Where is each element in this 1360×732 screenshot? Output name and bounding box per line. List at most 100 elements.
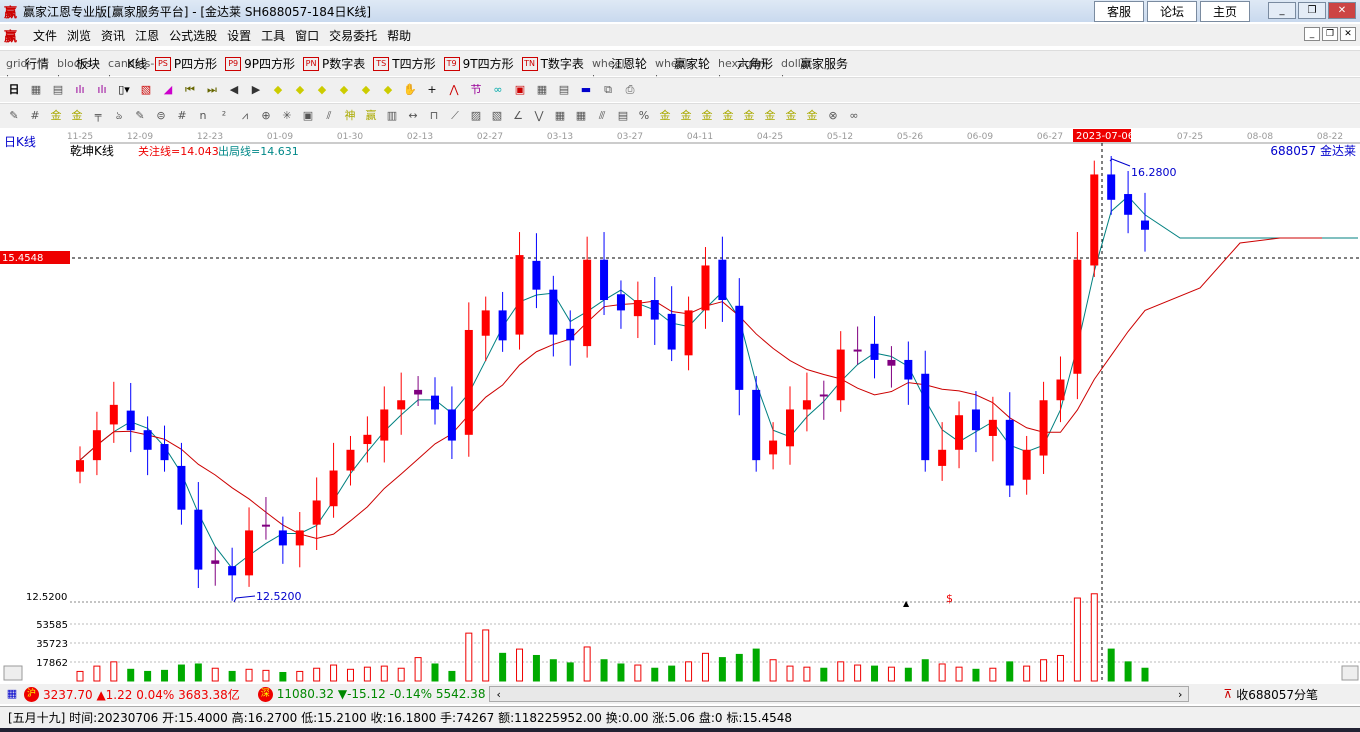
toolbar-item[interactable]: candles-iconK线 bbox=[108, 55, 154, 86]
network-icon[interactable]: ⧉ bbox=[600, 82, 616, 98]
calendar-icon[interactable]: ▣ bbox=[512, 82, 528, 98]
last-icon[interactable]: ⏭ bbox=[204, 82, 220, 98]
close-button[interactable]: ✕ bbox=[1328, 2, 1356, 19]
drawing-tool-icon[interactable]: ⩘ bbox=[237, 108, 253, 124]
candle-dropdown-icon[interactable]: ▯▾ bbox=[116, 82, 132, 98]
link-service[interactable]: 客服 bbox=[1093, 1, 1144, 22]
drawing-tool-icon[interactable]: ▥ bbox=[384, 108, 400, 124]
shrink-icon[interactable]: ◆ bbox=[336, 82, 352, 98]
drawing-tool-icon[interactable]: ⫻ bbox=[594, 108, 610, 124]
period-dropdown-icon[interactable]: 日▾ bbox=[6, 82, 22, 112]
drawing-tool-icon[interactable]: ▣ bbox=[300, 108, 316, 124]
zoom-left-icon[interactable]: ◆ bbox=[270, 82, 286, 98]
drawing-tool-icon[interactable]: ∞ bbox=[846, 108, 862, 124]
indicator3-icon[interactable]: ılı bbox=[72, 82, 88, 98]
toolbar-item[interactable]: P9 9P四方形 bbox=[225, 55, 295, 72]
sh-index[interactable]: 3237.70 ▲1.22 0.04% 3683.38亿 bbox=[43, 686, 240, 703]
cycle-icon[interactable]: ∞ bbox=[490, 82, 506, 98]
overlay-icon[interactable]: ▧ bbox=[138, 82, 154, 98]
drawing-tool-icon[interactable]: ✳ bbox=[279, 108, 295, 124]
drawing-tool-icon[interactable]: ² bbox=[216, 108, 232, 124]
horizontal-scrollbar[interactable]: ‹ › bbox=[489, 686, 1190, 702]
drawing-tool-icon[interactable]: n bbox=[195, 108, 211, 124]
menu-settings[interactable]: 设置 bbox=[227, 27, 251, 44]
mdi-close[interactable]: ✕ bbox=[1340, 27, 1356, 41]
festival-icon[interactable]: 节 bbox=[468, 82, 484, 98]
toolbar-item[interactable]: blocks-icon板块 bbox=[57, 55, 100, 86]
drawing-tool-icon[interactable]: 神 bbox=[342, 108, 358, 124]
drawing-tool-icon[interactable]: 金 bbox=[762, 108, 778, 124]
prev-icon[interactable]: ◀ bbox=[226, 82, 242, 98]
toolbar-item[interactable]: TS T四方形 bbox=[373, 55, 436, 72]
toolbar-item[interactable]: TN T数字表 bbox=[521, 55, 584, 72]
notes-icon[interactable]: ▤ bbox=[556, 82, 572, 98]
toolbar-item[interactable]: grid-icon行情 bbox=[6, 55, 49, 86]
drawing-tool-icon[interactable]: ▤ bbox=[615, 108, 631, 124]
collapse-button[interactable] bbox=[3, 665, 23, 681]
sz-index[interactable]: 11080.32 ▼-15.12 -0.14% 5542.38 bbox=[277, 687, 486, 701]
indicator9-icon[interactable]: ılı bbox=[94, 82, 110, 98]
crosshair-icon[interactable]: + bbox=[424, 82, 440, 98]
drawing-tool-icon[interactable]: % bbox=[636, 108, 652, 124]
menu-window[interactable]: 窗口 bbox=[295, 27, 319, 44]
drawing-tool-icon[interactable]: 金 bbox=[69, 108, 85, 124]
kline-chart[interactable]: 日K线 乾坤K线 关注线=14.043 出局线=14.631 688057 金达… bbox=[0, 128, 1360, 682]
link-forum[interactable]: 论坛 bbox=[1146, 1, 1197, 22]
drawing-tool-icon[interactable]: ⊕ bbox=[258, 108, 274, 124]
drawing-tool-icon[interactable]: ▨ bbox=[468, 108, 484, 124]
drawing-tool-icon[interactable]: 金 bbox=[783, 108, 799, 124]
chart-type-icon[interactable]: ▦ bbox=[28, 82, 44, 98]
drawing-tool-icon[interactable]: ▦ bbox=[552, 108, 568, 124]
line-icon[interactable]: ⋀ bbox=[446, 82, 462, 98]
zoom-right-icon[interactable]: ◆ bbox=[292, 82, 308, 98]
shrink-v-icon[interactable]: ◆ bbox=[380, 82, 396, 98]
drawing-tool-icon[interactable]: ╤ bbox=[90, 108, 106, 124]
toolbar-item[interactable]: wheel-icon江恩轮 bbox=[592, 55, 647, 86]
drawing-tool-icon[interactable]: 金 bbox=[804, 108, 820, 124]
drawing-tool-icon[interactable]: ⊓ bbox=[426, 108, 442, 124]
drawing-tool-icon[interactable]: ⋁ bbox=[531, 108, 547, 124]
toolbar-item[interactable]: T9 9T四方形 bbox=[443, 55, 514, 72]
drawing-tool-icon[interactable]: ✎ bbox=[132, 108, 148, 124]
drawing-tool-icon[interactable]: ⊗ bbox=[825, 108, 841, 124]
link-home[interactable]: 主页 bbox=[1199, 1, 1250, 22]
toolbar-item[interactable]: hexagon-icon六角形 bbox=[718, 55, 773, 86]
menu-info[interactable]: 资讯 bbox=[101, 27, 125, 44]
toolbar-item[interactable]: PS P四方形 bbox=[154, 55, 217, 72]
toolbar-item[interactable]: PN P数字表 bbox=[303, 55, 365, 72]
drawing-tool-icon[interactable]: 金 bbox=[678, 108, 694, 124]
menu-formula[interactable]: 公式选股 bbox=[169, 27, 217, 44]
scroll-right-icon[interactable]: › bbox=[1178, 688, 1182, 701]
maximize-button[interactable]: ❐ bbox=[1298, 2, 1326, 19]
drawing-tool-icon[interactable]: ঌ bbox=[111, 108, 127, 124]
drawing-tool-icon[interactable]: 赢 bbox=[363, 108, 379, 124]
scroll-left-icon[interactable]: ‹ bbox=[496, 688, 500, 701]
drawing-tool-icon[interactable]: 金 bbox=[699, 108, 715, 124]
next-icon[interactable]: ▶ bbox=[248, 82, 264, 98]
menu-help[interactable]: 帮助 bbox=[387, 27, 411, 44]
expand-v-icon[interactable]: ◆ bbox=[358, 82, 374, 98]
drawing-tool-icon[interactable]: 金 bbox=[720, 108, 736, 124]
drawing-tool-icon[interactable]: 金 bbox=[48, 108, 64, 124]
volume-profile-icon[interactable]: ◢ bbox=[160, 82, 176, 98]
info-icon[interactable]: ▤ bbox=[50, 82, 66, 98]
drawing-tool-icon[interactable]: ▦ bbox=[573, 108, 589, 124]
drawing-tool-icon[interactable]: # bbox=[174, 108, 190, 124]
menu-browse[interactable]: 浏览 bbox=[67, 27, 91, 44]
drawing-tool-icon[interactable]: ↔ bbox=[405, 108, 421, 124]
print-icon[interactable]: ⎙ bbox=[622, 82, 638, 98]
calculator-icon[interactable]: ▦ bbox=[534, 82, 550, 98]
menu-tools[interactable]: 工具 bbox=[261, 27, 285, 44]
mdi-restore[interactable]: ❐ bbox=[1322, 27, 1338, 41]
scroll-up-button[interactable] bbox=[1341, 665, 1359, 681]
drawing-tool-icon[interactable]: # bbox=[27, 108, 43, 124]
drawing-tool-icon[interactable]: ⫽ bbox=[321, 108, 337, 124]
menu-file[interactable]: 文件 bbox=[33, 27, 57, 44]
drawing-tool-icon[interactable]: 金 bbox=[741, 108, 757, 124]
collect-ticks[interactable]: 收688057分笔 bbox=[1236, 686, 1318, 703]
save-icon[interactable]: ▬ bbox=[578, 82, 594, 98]
mdi-minimize[interactable]: _ bbox=[1304, 27, 1320, 41]
quote-table-icon[interactable]: ▦ bbox=[4, 686, 20, 702]
first-icon[interactable]: ⏮ bbox=[182, 82, 198, 98]
menu-trade[interactable]: 交易委托 bbox=[329, 27, 377, 44]
